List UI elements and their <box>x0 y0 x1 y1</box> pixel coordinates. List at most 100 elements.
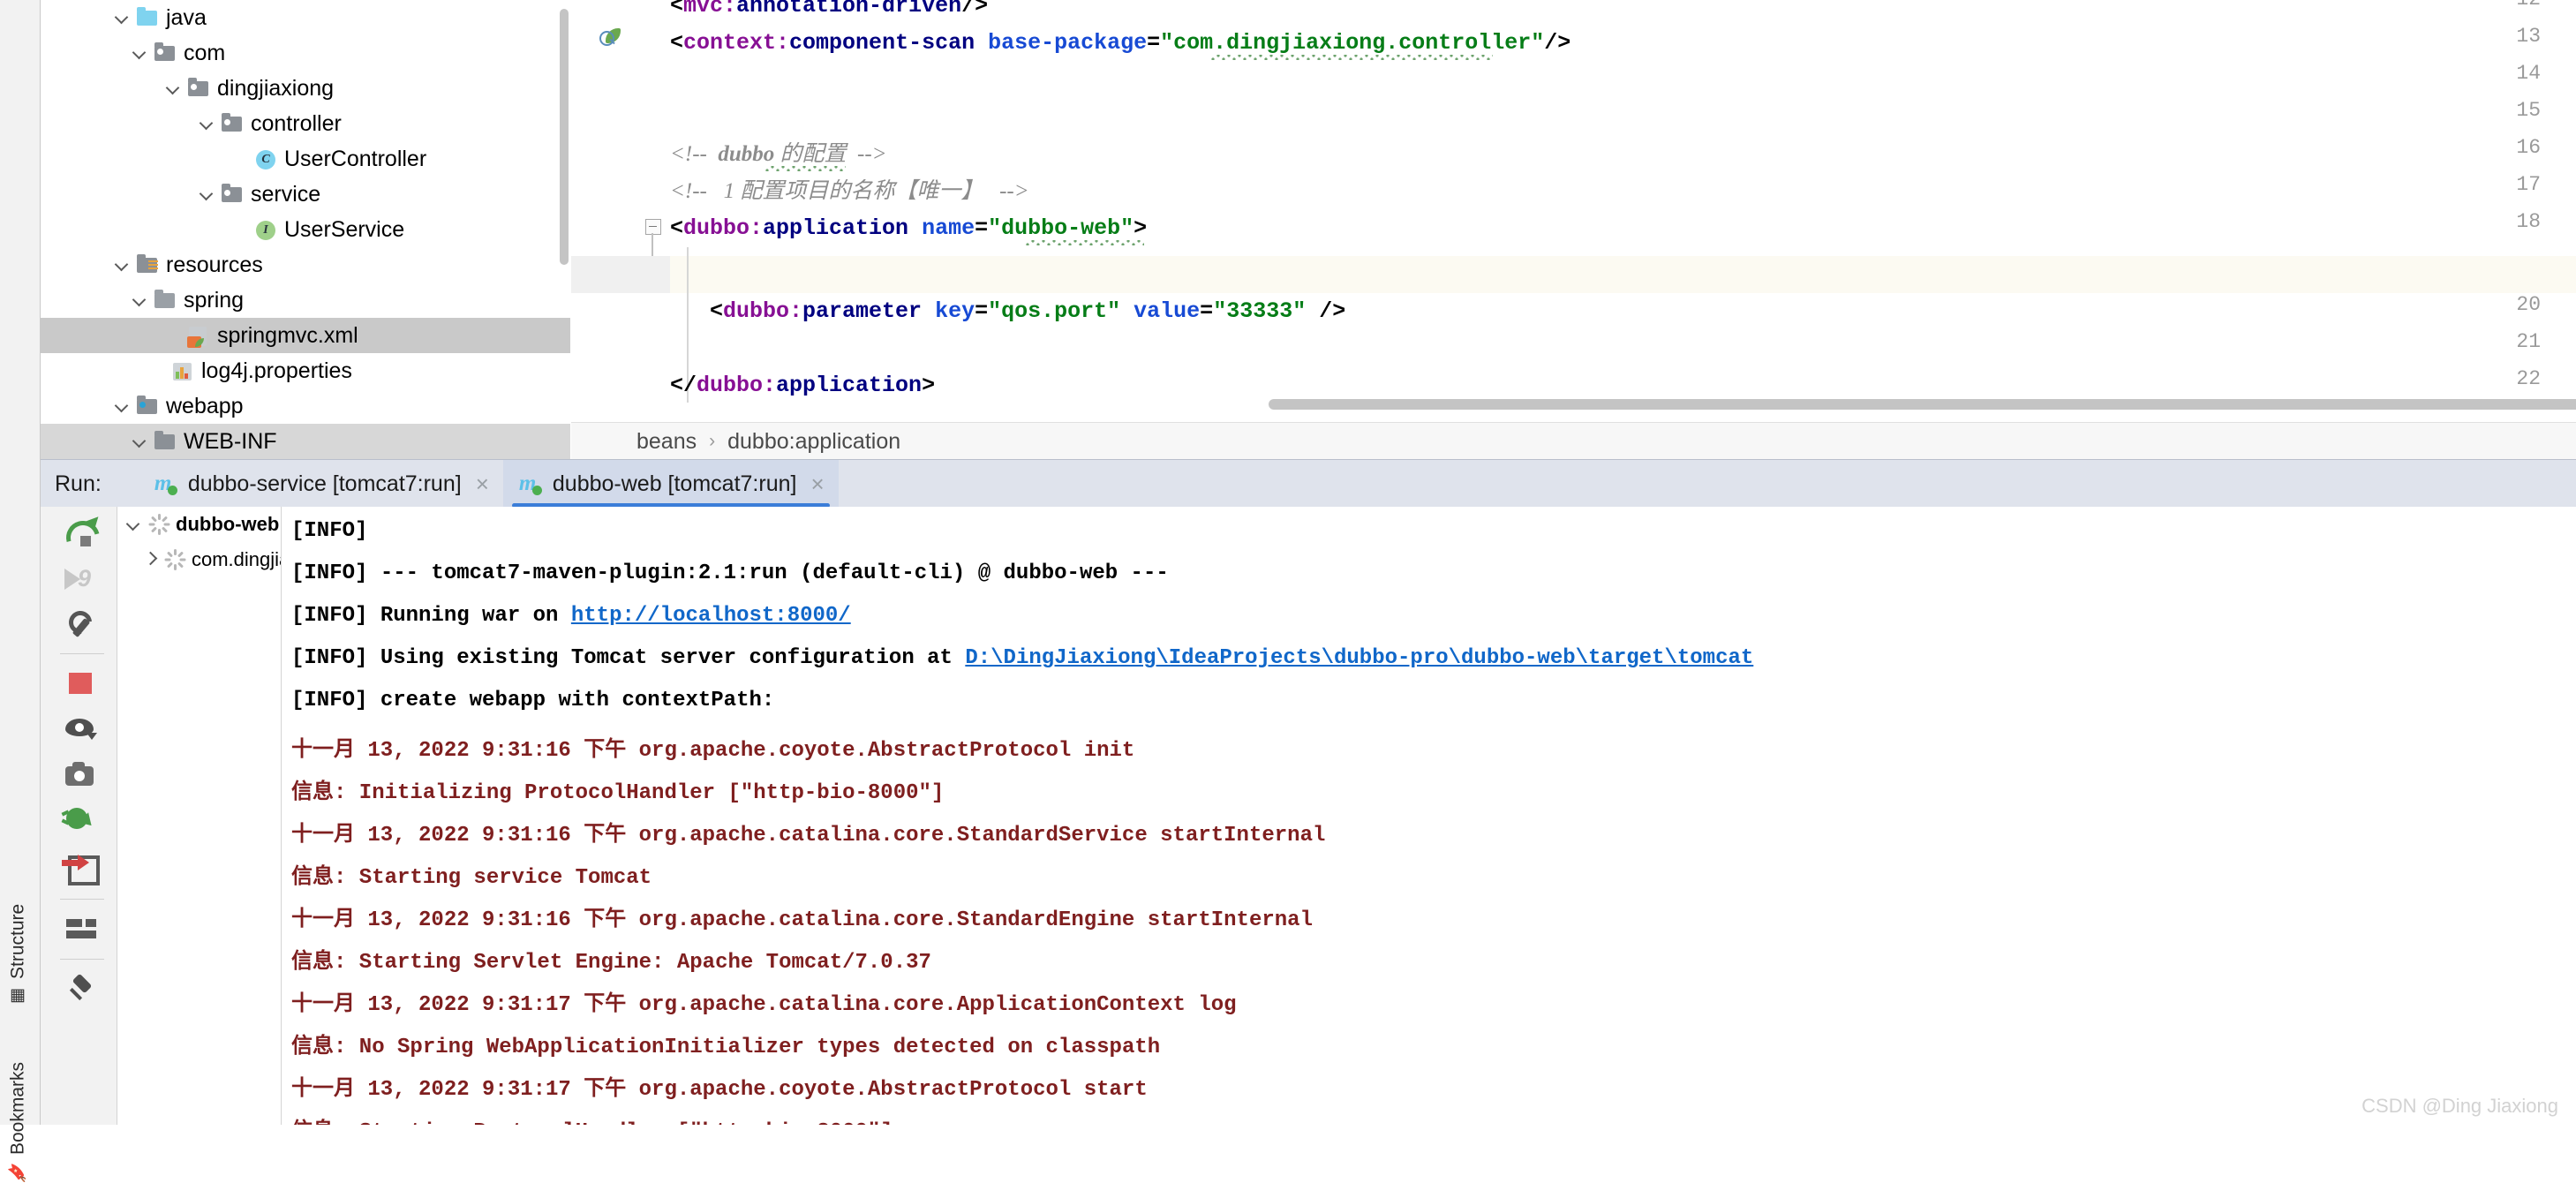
project-tree-panel[interactable]: java com dingjiaxiong controller C UserC… <box>41 0 570 459</box>
tree-item-com[interactable]: com <box>41 35 570 71</box>
tree-item-usercontroller[interactable]: C UserController <box>41 141 570 177</box>
console-line: 信息: Starting ProtocolHandler ["http-bio-… <box>291 1112 893 1125</box>
tree-item-label: com <box>184 40 226 65</box>
run-toolbar: 9 <box>41 507 117 1125</box>
code-token: 的配置 <box>780 142 847 166</box>
package-icon <box>187 77 210 100</box>
close-icon[interactable]: × <box>476 472 489 495</box>
tree-item-java[interactable]: java <box>41 0 570 35</box>
console-line: [INFO] --- tomcat7-maven-plugin:2.1:run … <box>291 561 1169 585</box>
stop-icon[interactable] <box>64 666 99 701</box>
code-text-area[interactable]: <mvc:annotation-driven/> <context:compon… <box>670 0 2576 441</box>
run-tab-title: dubbo-service [tomcat7:run] <box>187 471 462 496</box>
inspection-bulb-icon[interactable] <box>598 26 624 53</box>
debug-icon[interactable] <box>64 803 99 839</box>
chevron-down-icon[interactable] <box>164 79 184 98</box>
tree-vertical-scrollbar[interactable] <box>560 9 569 265</box>
folder-icon <box>154 430 177 453</box>
interface-icon: I <box>254 218 277 241</box>
run-tree-row[interactable]: dubbo-web [tomca 6 sec <box>117 507 281 542</box>
code-token: application <box>763 215 909 241</box>
tree-item-spring[interactable]: spring <box>41 283 570 318</box>
tree-item-springmvc-xml[interactable]: springmvc.xml <box>41 318 570 353</box>
run-tab-dubbo-web[interactable]: m dubbo-web [tomcat7:run] × <box>502 460 839 508</box>
code-token: application <box>776 373 923 398</box>
settings-wrench-icon[interactable] <box>64 606 99 641</box>
layout-icon[interactable] <box>64 911 99 946</box>
breadcrumb-item-beans[interactable]: beans <box>631 429 702 455</box>
tree-item-resources[interactable]: resources <box>41 247 570 283</box>
watermark: CSDN @Ding Jiaxiong <box>2361 1095 2558 1117</box>
properties-icon <box>171 359 194 382</box>
console-line-prefix: [INFO] Using existing Tomcat server conf… <box>291 646 966 670</box>
code-token: context: <box>683 30 790 56</box>
screenshot-icon[interactable] <box>64 757 99 793</box>
console-line: 信息: Initializing ProtocolHandler ["http-… <box>291 781 945 805</box>
run-tree-row[interactable]: com.dingjiaxiong: 5 sec <box>117 542 281 577</box>
tree-item-label: log4j.properties <box>201 358 352 383</box>
chevron-down-icon[interactable] <box>131 43 150 63</box>
close-icon[interactable]: × <box>810 472 824 495</box>
console-link-tomcat-path[interactable]: D:\DingJiaxiong\IdeaProjects\dubbo-pro\d… <box>965 646 1753 670</box>
run-tab-bar: Run: m dubbo-service [tomcat7:run] × m d… <box>41 459 2576 508</box>
code-token: "qos.port" <box>988 298 1121 324</box>
run-tab-dubbo-service[interactable]: m dubbo-service [tomcat7:run] × <box>139 460 503 508</box>
code-token: dubbo <box>718 142 775 166</box>
chevron-right-icon[interactable] <box>140 550 160 569</box>
console-line: 十一月 13, 2022 9:31:16 下午 org.apache.catal… <box>291 824 1326 848</box>
code-token: parameter <box>802 298 923 324</box>
code-line-17: <!-- 1 配置项目的名称【唯一】 --> <box>670 173 1029 210</box>
tree-item-label: spring <box>184 287 245 313</box>
code-line-12: <mvc:annotation-driven/> <box>670 0 988 25</box>
code-token: "dubbo-web" <box>988 215 1134 241</box>
chevron-down-icon[interactable] <box>124 515 144 534</box>
tree-item-web-inf[interactable]: WEB-INF <box>41 424 570 459</box>
rail-button-bookmarks[interactable]: 🔖 Bookmarks <box>0 998 38 1183</box>
console-line: 十一月 13, 2022 9:31:17 下午 org.apache.catal… <box>291 993 1237 1017</box>
chevron-down-icon[interactable] <box>113 8 132 27</box>
chevron-down-icon[interactable] <box>198 114 217 133</box>
editor-horizontal-scrollbar[interactable] <box>1269 399 2576 410</box>
code-token: "33333" <box>1213 298 1307 324</box>
spring-xml-icon <box>187 324 210 348</box>
chevron-down-icon[interactable] <box>113 396 132 416</box>
code-editor[interactable]: 12 13 14 15 16 17 18 19 20 21 22 <mvc:an… <box>571 0 2576 441</box>
tree-item-service[interactable]: service <box>41 177 570 212</box>
console-output[interactable]: [INFO] [INFO] --- tomcat7-maven-plugin:2… <box>282 507 2576 1125</box>
maven-icon: m <box>517 471 544 497</box>
tree-item-controller[interactable]: controller <box>41 106 570 141</box>
chevron-down-icon[interactable] <box>131 432 150 451</box>
pin-tab-icon[interactable] <box>64 973 99 1008</box>
maven-icon: m <box>153 471 179 497</box>
console-link-localhost[interactable]: http://localhost:8000/ <box>571 604 851 628</box>
running-spinner-icon <box>147 513 170 536</box>
show-console-icon[interactable] <box>64 712 99 747</box>
tree-item-label: UserService <box>284 216 405 242</box>
package-icon <box>154 41 177 64</box>
run-tree-label: com.dingjiaxiong: <box>192 548 281 570</box>
code-token: mvc: <box>683 0 737 19</box>
toolbar-divider <box>60 899 104 900</box>
chevron-down-icon[interactable] <box>131 290 150 310</box>
class-icon: C <box>254 147 277 170</box>
rail-button-structure[interactable]: ▦ Structure <box>0 821 38 1006</box>
console-line: [INFO] Using existing Tomcat server conf… <box>291 646 1753 670</box>
chevron-down-icon[interactable] <box>198 185 217 204</box>
resume-program-icon[interactable]: 9 <box>64 561 99 597</box>
code-fold-toggle[interactable] <box>645 219 661 256</box>
run-result-tree[interactable]: dubbo-web [tomca 6 sec com.dingjiaxiong:… <box>117 507 282 1125</box>
breadcrumb-item-dubbo-application[interactable]: dubbo:application <box>722 429 906 455</box>
code-token: <!-- 1 配置项目的名称【唯一】 --> <box>670 179 1029 203</box>
tree-item-userservice[interactable]: I UserService <box>41 212 570 247</box>
console-line: 信息: Starting Servlet Engine: Apache Tomc… <box>291 951 931 975</box>
breadcrumb: beans › dubbo:application <box>571 422 2576 460</box>
chevron-down-icon[interactable] <box>113 255 132 275</box>
tree-item-log4j-properties[interactable]: log4j.properties <box>41 353 570 388</box>
rail-structure-label: Structure <box>7 903 28 979</box>
tree-item-webapp[interactable]: webapp <box>41 388 570 424</box>
tree-item-dingjiaxiong[interactable]: dingjiaxiong <box>41 71 570 106</box>
rerun-icon[interactable] <box>60 515 106 561</box>
export-icon[interactable] <box>62 849 100 885</box>
